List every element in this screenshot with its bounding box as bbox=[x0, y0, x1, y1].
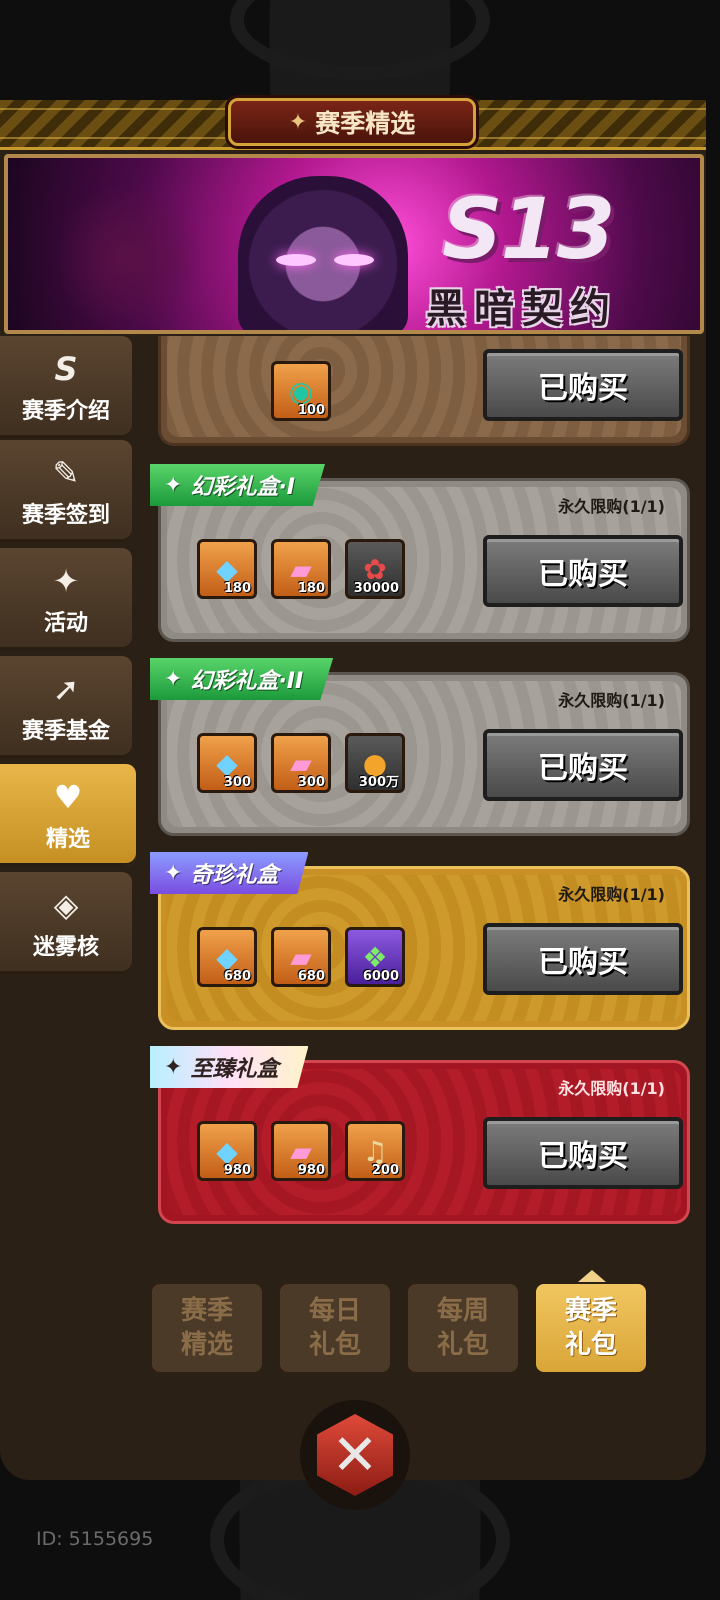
sidebar-item-featured[interactable]: ♥ 精选 bbox=[0, 764, 136, 866]
sidebar-item-events[interactable]: ✦ 活动 bbox=[0, 548, 132, 650]
gift-sparkle-icon: ✦ bbox=[52, 562, 80, 600]
bottom-tabs: 赛季 精选 每日 礼包 每周 礼包 赛季 礼包 bbox=[152, 1284, 652, 1374]
heart-icon: ♥ bbox=[53, 778, 83, 816]
season-spark-icon: ✦ bbox=[288, 109, 308, 135]
pack-item[interactable]: ✿ 30000 bbox=[345, 539, 405, 599]
pack-item[interactable]: ♫ 200 bbox=[345, 1121, 405, 1181]
sidebar-item-season-fund[interactable]: ➚ 赛季基金 bbox=[0, 656, 132, 758]
purchase-limit: 永久限购(1/1) bbox=[558, 497, 665, 516]
checkin-sword-icon: ✎ bbox=[52, 454, 80, 492]
tab-season-pack[interactable]: 赛季 礼包 bbox=[536, 1284, 646, 1372]
pack-title-ribbon: ✦ 幻彩礼盒·I bbox=[150, 464, 325, 506]
pack-item[interactable]: ◆ 980 bbox=[197, 1121, 257, 1181]
page-title: 赛季精选 bbox=[315, 109, 416, 138]
pack-item[interactable]: ◉ 100 bbox=[271, 361, 331, 421]
sidebar-item-fog-core[interactable]: ◈ 迷雾核 bbox=[0, 872, 132, 974]
sidebar-item-label: 赛季介绍 bbox=[21, 399, 110, 424]
page-title-badge: ✦ 赛季精选 bbox=[228, 98, 476, 146]
pack-card: ◉ 100 已购买 bbox=[158, 336, 690, 446]
active-tab-indicator bbox=[578, 1270, 606, 1282]
pack-item[interactable]: ▰ 680 bbox=[271, 927, 331, 987]
sidebar-item-label: 赛季签到 bbox=[21, 503, 110, 528]
purchase-limit: 永久限购(1/1) bbox=[558, 885, 665, 904]
season-s-icon: S bbox=[54, 350, 78, 388]
pack-item[interactable]: ◆ 680 bbox=[197, 927, 257, 987]
pack-item[interactable]: ❖ 6000 bbox=[345, 927, 405, 987]
pack-item[interactable]: ▰ 180 bbox=[271, 539, 331, 599]
sidebar-item-season-intro[interactable]: S 赛季介绍 bbox=[0, 336, 132, 438]
tab-season-featured[interactable]: 赛季 精选 bbox=[152, 1284, 262, 1372]
sparkle-icon: ✦ bbox=[164, 666, 183, 692]
tab-daily-pack[interactable]: 每日 礼包 bbox=[280, 1284, 390, 1372]
pack-item[interactable]: ▰ 980 bbox=[271, 1121, 331, 1181]
sidebar-item-label: 赛季基金 bbox=[21, 719, 110, 744]
purchase-limit: 永久限购(1/1) bbox=[558, 1079, 665, 1098]
fog-core-icon: ◈ bbox=[53, 886, 79, 924]
sidebar-item-label: 迷雾核 bbox=[32, 935, 99, 960]
sidebar-item-season-checkin[interactable]: ✎ 赛季签到 bbox=[0, 440, 132, 542]
ornament-top bbox=[230, 0, 490, 80]
sidebar-item-label: 活动 bbox=[43, 611, 88, 636]
purchased-button[interactable]: 已购买 bbox=[483, 729, 683, 801]
user-id: ID: 5155695 bbox=[36, 1528, 154, 1550]
purchase-limit: 永久限购(1/1) bbox=[558, 691, 665, 710]
sparkle-icon: ✦ bbox=[164, 472, 183, 498]
pack-title-ribbon: ✦ 奇珍礼盒 bbox=[150, 852, 309, 894]
pack-list[interactable]: ◉ 100 已购买 永久限购(1/1) ◆ 180 ▰ 180 ✿ 30000 … bbox=[136, 336, 706, 1266]
pack-item[interactable]: ◆ 180 bbox=[197, 539, 257, 599]
sparkle-icon: ✦ bbox=[164, 1054, 183, 1080]
purchased-button[interactable]: 已购买 bbox=[483, 1117, 683, 1189]
hooded-cat-illustration bbox=[238, 176, 408, 330]
purchased-button[interactable]: 已购买 bbox=[483, 535, 683, 607]
pack-title-ribbon: ✦ 至臻礼盒 bbox=[150, 1046, 309, 1088]
pack-item[interactable]: ● 300万 bbox=[345, 733, 405, 793]
sidebar-item-label: 精选 bbox=[45, 827, 90, 852]
fund-arrow-icon: ➚ bbox=[52, 670, 80, 708]
purchased-button[interactable]: 已购买 bbox=[483, 349, 683, 421]
purchased-button[interactable]: 已购买 bbox=[483, 923, 683, 995]
sparkle-icon: ✦ bbox=[164, 860, 183, 886]
pack-item[interactable]: ▰ 300 bbox=[271, 733, 331, 793]
pack-item[interactable]: ◆ 300 bbox=[197, 733, 257, 793]
close-x-icon: ✕ bbox=[317, 1414, 393, 1496]
season-subtitle: 黑暗契约 bbox=[426, 286, 618, 332]
close-button[interactable]: ✕ bbox=[300, 1400, 410, 1510]
pack-title-ribbon: ✦ 幻彩礼盒·II bbox=[150, 658, 334, 700]
season-banner: S13 黑暗契约 bbox=[4, 154, 704, 334]
season-number: S13 bbox=[442, 180, 615, 278]
tab-weekly-pack[interactable]: 每周 礼包 bbox=[408, 1284, 518, 1372]
